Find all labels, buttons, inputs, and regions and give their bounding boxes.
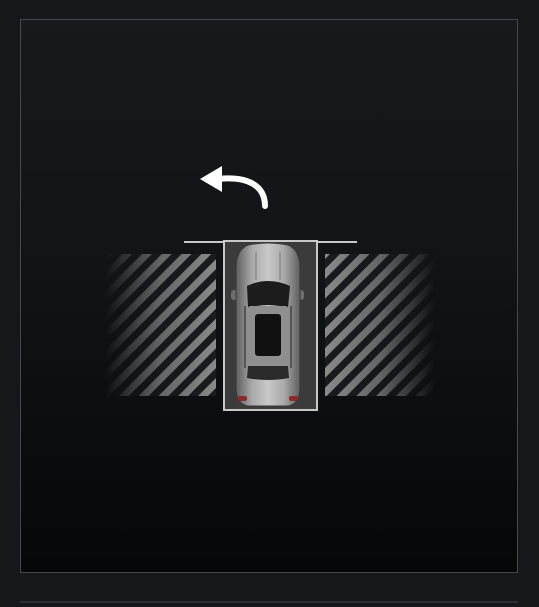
turn-left-arrow-icon bbox=[200, 166, 268, 209]
occupied-space-right bbox=[325, 254, 435, 396]
parking-scene bbox=[105, 166, 435, 411]
occupied-space-left bbox=[105, 254, 216, 396]
vehicle-top-view-icon bbox=[231, 242, 304, 407]
